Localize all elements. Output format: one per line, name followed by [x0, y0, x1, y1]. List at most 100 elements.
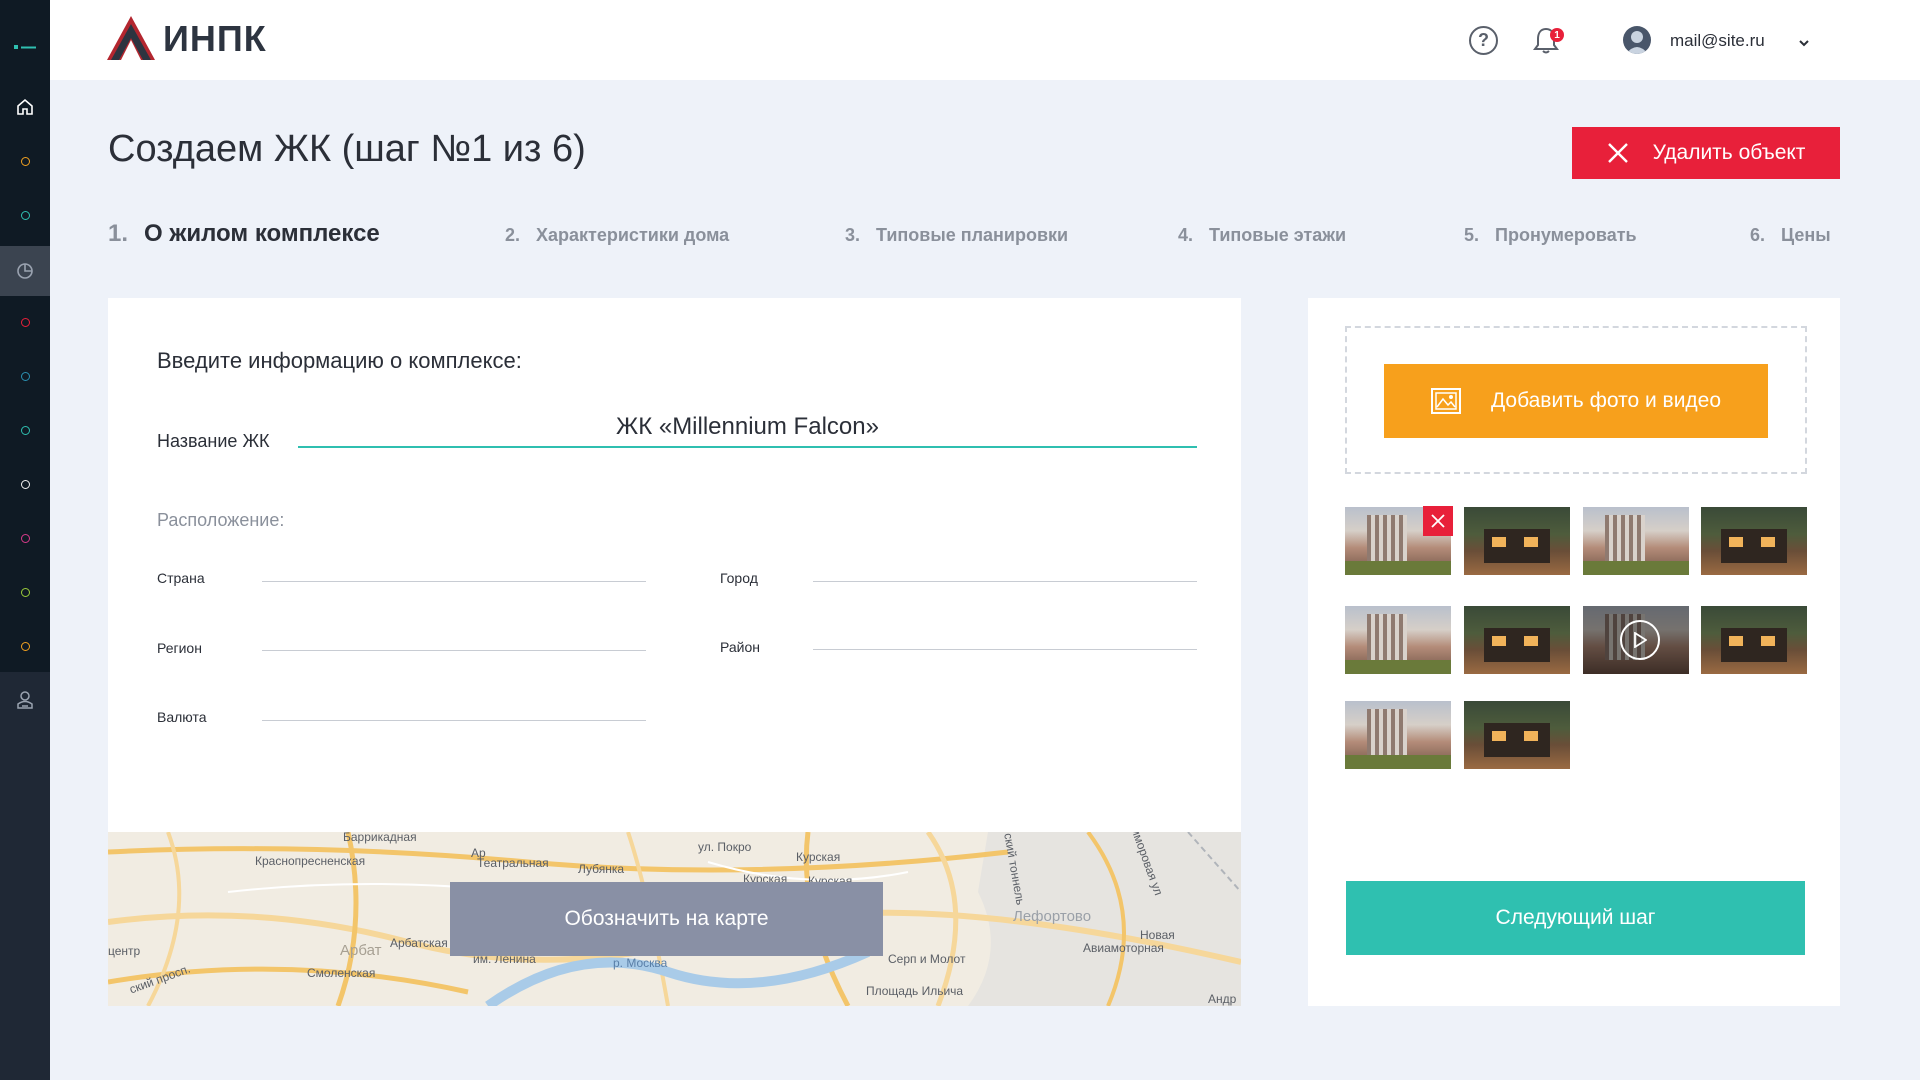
sidebar-item-3[interactable]	[0, 302, 50, 342]
media-thumbnail[interactable]	[1583, 507, 1689, 575]
step-label: Типовые планировки	[876, 225, 1069, 245]
step-label: Типовые этажи	[1209, 225, 1347, 245]
media-thumbnail[interactable]	[1345, 701, 1451, 769]
step-label: Характеристики дома	[536, 225, 730, 245]
add-media-button[interactable]: Добавить фото и видео	[1384, 364, 1768, 438]
user-badge-icon	[17, 691, 33, 709]
circle-icon	[20, 479, 30, 489]
play-icon[interactable]	[1620, 620, 1660, 660]
circle-icon	[20, 371, 30, 381]
delete-object-button[interactable]: Удалить объект	[1572, 127, 1840, 179]
map-label: Баррикадная	[343, 832, 417, 844]
location-label: Расположение:	[157, 510, 285, 530]
stepper: 1. О жилом комплексе 2. Характеристики д…	[108, 220, 1840, 250]
circle-icon	[20, 156, 30, 166]
city-input[interactable]	[813, 558, 1197, 582]
district-label: Район	[720, 639, 760, 655]
media-card: Добавить фото и видео Следующий шаг	[1308, 298, 1840, 1006]
sidebar	[0, 0, 50, 1080]
media-dropzone[interactable]: Добавить фото и видео	[1345, 326, 1807, 474]
notification-badge: 1	[1550, 28, 1564, 42]
region-label: Регион	[157, 640, 202, 656]
city-label: Город	[720, 570, 758, 586]
sidebar-item-9[interactable]	[0, 626, 50, 666]
circle-icon	[20, 425, 30, 435]
map-label: Арбатская	[390, 936, 448, 950]
remove-thumbnail-button[interactable]	[1423, 506, 1453, 536]
map-label: Смоленская	[307, 966, 376, 980]
avatar[interactable]	[1623, 26, 1651, 54]
step-number: 4.	[1178, 225, 1194, 245]
logo[interactable]: ИНПК	[107, 16, 267, 62]
sidebar-item-5[interactable]	[0, 410, 50, 450]
map-label: Авиамоторная	[1083, 941, 1164, 955]
currency-input[interactable]	[262, 697, 646, 721]
media-thumbnail[interactable]	[1464, 701, 1570, 769]
mark-on-map-button[interactable]: Обозначить на карте	[450, 882, 883, 956]
map-label: Арбат	[340, 942, 382, 959]
chevron-down-icon[interactable]	[1798, 34, 1810, 52]
step-6[interactable]: 6. Цены	[1750, 225, 1831, 246]
map-label: Серп и Молот	[888, 952, 966, 966]
region-input[interactable]	[262, 627, 646, 651]
step-2[interactable]: 2. Характеристики дома	[505, 225, 729, 246]
district-input[interactable]	[813, 626, 1197, 650]
step-4[interactable]: 4. Типовые этажи	[1178, 225, 1346, 246]
pie-chart-icon	[17, 263, 33, 279]
image-icon	[1430, 388, 1461, 414]
user-email[interactable]: mail@site.ru	[1670, 31, 1765, 51]
home-icon	[17, 98, 33, 115]
circle-icon	[20, 587, 30, 597]
add-media-label: Добавить фото и видео	[1490, 389, 1722, 412]
step-label: Цены	[1781, 225, 1831, 245]
sidebar-item-7[interactable]	[0, 518, 50, 558]
map-label: Площадь Ильича	[866, 984, 964, 998]
step-label: Пронумеровать	[1495, 225, 1637, 245]
next-step-button[interactable]: Следующий шаг	[1346, 881, 1805, 955]
form-heading: Введите информацию о комплексе:	[157, 348, 522, 373]
map-label: Андр	[1208, 992, 1237, 1006]
map-label: Лубянка	[578, 862, 625, 876]
step-label: О жилом комплексе	[144, 220, 380, 247]
sidebar-item-8[interactable]	[0, 572, 50, 612]
map-label: Новая	[1140, 928, 1175, 942]
location-map[interactable]: Баррикадная Краснопресненская Театральна…	[108, 832, 1241, 1006]
sidebar-item-4[interactable]	[0, 356, 50, 396]
map-label: центр	[108, 944, 141, 958]
close-icon	[1431, 514, 1445, 528]
circle-icon	[20, 641, 30, 651]
sidebar-item-2[interactable]	[0, 195, 50, 235]
close-icon	[1607, 143, 1628, 163]
step-number: 6.	[1750, 225, 1766, 245]
currency-label: Валюта	[157, 709, 207, 725]
map-label: Лефортово	[1013, 908, 1092, 925]
media-thumbnail[interactable]	[1701, 507, 1807, 575]
sidebar-item-1[interactable]	[0, 141, 50, 181]
map-label: ул. Покро	[698, 840, 752, 854]
menu-icon[interactable]	[14, 38, 36, 56]
circle-icon	[20, 533, 30, 543]
media-thumbnail[interactable]	[1345, 606, 1451, 674]
help-icon[interactable]: ?	[1469, 26, 1498, 55]
header: ИНПК ? 1 mail@site.ru	[50, 0, 1920, 80]
step-1[interactable]: 1. О жилом комплексе	[108, 220, 380, 248]
sidebar-item-users[interactable]	[0, 680, 50, 720]
media-thumbnail[interactable]	[1464, 507, 1570, 575]
step-3[interactable]: 3. Типовые планировки	[845, 225, 1068, 246]
step-number: 2.	[505, 225, 521, 245]
step-5[interactable]: 5. Пронумеровать	[1464, 225, 1637, 246]
circle-icon	[20, 210, 30, 220]
sidebar-item-6[interactable]	[0, 464, 50, 504]
media-thumbnail[interactable]	[1464, 606, 1570, 674]
media-thumbnail[interactable]	[1701, 606, 1807, 674]
map-label: Краснопресненская	[255, 854, 366, 868]
map-label: Театральная	[477, 856, 549, 870]
country-input[interactable]	[262, 558, 646, 582]
sidebar-item-analytics[interactable]	[0, 246, 50, 296]
step-number: 5.	[1464, 225, 1480, 245]
map-label: Курская	[796, 850, 841, 864]
map-label: Ар	[471, 846, 486, 860]
sidebar-item-home[interactable]	[0, 87, 50, 127]
complex-name-input[interactable]	[298, 408, 1197, 448]
complex-info-card: Введите информацию о комплексе: Название…	[108, 298, 1241, 1006]
